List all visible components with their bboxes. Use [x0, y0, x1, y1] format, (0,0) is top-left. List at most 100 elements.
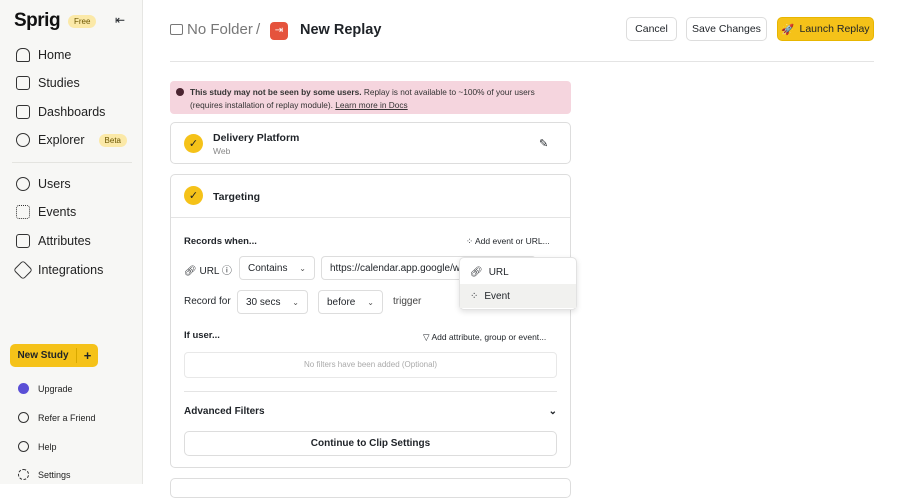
home-icon — [16, 48, 30, 62]
explorer-icon — [16, 133, 30, 147]
nav-upgrade[interactable]: Upgrade — [18, 383, 73, 394]
gear-icon — [18, 469, 29, 480]
warning-alert: This study may not be seen by some users… — [170, 81, 571, 114]
upgrade-icon — [18, 383, 29, 394]
delivery-platform-card[interactable]: ✓ Delivery Platform Web ✎ — [170, 122, 571, 164]
plus-icon[interactable]: + — [76, 348, 98, 363]
item-label: URL — [488, 267, 509, 278]
duration-value: 30 secs — [246, 296, 281, 308]
link-icon: 🔗︎ — [470, 267, 483, 278]
nav-label: Integrations — [38, 263, 104, 277]
nav-label: Events — [38, 205, 77, 219]
users-icon — [16, 177, 30, 191]
plan-badge: Free — [68, 15, 97, 28]
targeting-card: ✓ Targeting Records when... ⁘ Add event … — [170, 174, 571, 468]
nav-label: Dashboards — [38, 105, 106, 119]
nav-help[interactable]: Help — [18, 441, 57, 452]
divider — [171, 217, 570, 218]
beta-badge: Beta — [98, 133, 128, 147]
cancel-button[interactable]: Cancel — [626, 17, 677, 41]
nav-label: Home — [38, 48, 72, 62]
add-event-label: Add event or URL... — [475, 236, 550, 246]
divider — [184, 391, 557, 392]
records-when-label: Records when... — [184, 236, 257, 247]
dropdown-item-event[interactable]: ⁘ Event — [460, 284, 576, 308]
filters-empty-state: No filters have been added (Optional) — [184, 352, 557, 378]
docs-link[interactable]: Learn more in Docs — [335, 100, 407, 110]
replay-icon: ⇥ — [270, 22, 288, 40]
alert-icon — [176, 88, 184, 96]
nav-studies[interactable]: Studies — [16, 76, 80, 90]
nav-label: Attributes — [38, 234, 91, 248]
nav-dashboards[interactable]: Dashboards — [16, 105, 105, 119]
new-study-button[interactable]: New Study + — [10, 344, 98, 367]
link-icon: 🔗︎ — [184, 266, 200, 277]
header-divider — [170, 61, 874, 62]
integrations-icon — [13, 260, 33, 280]
new-study-label: New Study — [17, 350, 69, 361]
url-label: URL — [199, 266, 220, 277]
nav-refer[interactable]: Refer a Friend — [18, 412, 96, 423]
page-title[interactable]: New Replay — [300, 22, 381, 38]
add-event-url-button[interactable]: ⁘ Add event or URL... — [466, 236, 550, 247]
platform-sub: Web — [213, 146, 231, 156]
check-icon: ✓ — [184, 134, 203, 153]
nav-label: Refer a Friend — [38, 412, 96, 423]
match-select[interactable]: Contains ⌄ — [239, 256, 315, 280]
continue-button[interactable]: Continue to Clip Settings — [184, 431, 557, 456]
dropdown-item-url[interactable]: 🔗︎ URL — [460, 261, 576, 284]
timing-select[interactable]: before ⌄ — [318, 290, 383, 314]
nav-label: Users — [38, 177, 71, 191]
targeting-title: Targeting — [213, 191, 261, 203]
nav-integrations[interactable]: Integrations — [13, 260, 104, 280]
info-icon[interactable]: ⓘ — [222, 266, 232, 277]
events-icon — [16, 205, 30, 219]
platform-title: Delivery Platform — [213, 132, 300, 144]
item-label: Event — [484, 290, 510, 302]
divider — [12, 162, 132, 163]
nav-settings[interactable]: Settings — [18, 469, 71, 480]
event-icon: ⁘ — [466, 236, 476, 246]
save-changes-button[interactable]: Save Changes — [686, 17, 767, 41]
nav-label: Studies — [38, 76, 80, 90]
refer-icon — [18, 412, 29, 423]
studies-icon — [16, 76, 30, 90]
folder-breadcrumb[interactable]: No Folder — [187, 21, 253, 38]
nav-users[interactable]: Users — [16, 177, 71, 191]
breadcrumb-separator: / — [256, 21, 261, 38]
url-label-group: 🔗︎ URL ⓘ — [184, 262, 232, 277]
add-attribute-button[interactable]: ▽ Add attribute, group or event... — [423, 332, 546, 343]
nav-label: Explorer — [38, 133, 85, 147]
chevron-down-icon: ⌄ — [292, 297, 299, 307]
folder-icon — [170, 24, 183, 35]
sidebar: Sprig Free ⇤ Home Studies Dashboards Exp… — [0, 0, 143, 484]
launch-label: Launch Replay — [799, 23, 870, 35]
alert-title: This study may not be seen by some users… — [190, 87, 362, 97]
chevron-down-icon: ⌄ — [299, 263, 306, 273]
launch-replay-button[interactable]: 🚀 Launch Replay — [777, 17, 874, 41]
collapse-sidebar-icon[interactable]: ⇤ — [115, 13, 125, 27]
url-value: https://calendar.app.google/wfx — [330, 262, 468, 274]
add-condition-dropdown: 🔗︎ URL ⁘ Event — [459, 257, 577, 310]
rocket-icon: 🚀 — [781, 23, 795, 36]
event-icon: ⁘ — [470, 290, 479, 302]
nav-home[interactable]: Home — [16, 48, 71, 62]
pencil-icon[interactable]: ✎ — [539, 137, 548, 150]
nav-label: Help — [38, 441, 57, 452]
record-for-label: Record for — [184, 296, 231, 307]
chevron-down-icon: ⌄ — [367, 297, 374, 307]
match-value: Contains — [248, 262, 288, 274]
dashboards-icon — [16, 105, 30, 119]
nav-events[interactable]: Events — [16, 205, 76, 219]
trigger-label: trigger — [393, 296, 422, 307]
advanced-filters-toggle[interactable]: Advanced Filters ⌄ — [184, 406, 557, 417]
nav-label: Upgrade — [38, 383, 73, 394]
nav-explorer[interactable]: Explorer Beta — [16, 133, 128, 147]
attributes-icon — [16, 234, 30, 248]
next-card — [170, 478, 571, 498]
if-user-label: If user... — [184, 330, 220, 341]
check-icon: ✓ — [184, 186, 203, 205]
add-attr-label: Add attribute, group or event... — [431, 332, 547, 342]
nav-attributes[interactable]: Attributes — [16, 234, 91, 248]
duration-select[interactable]: 30 secs ⌄ — [237, 290, 308, 314]
